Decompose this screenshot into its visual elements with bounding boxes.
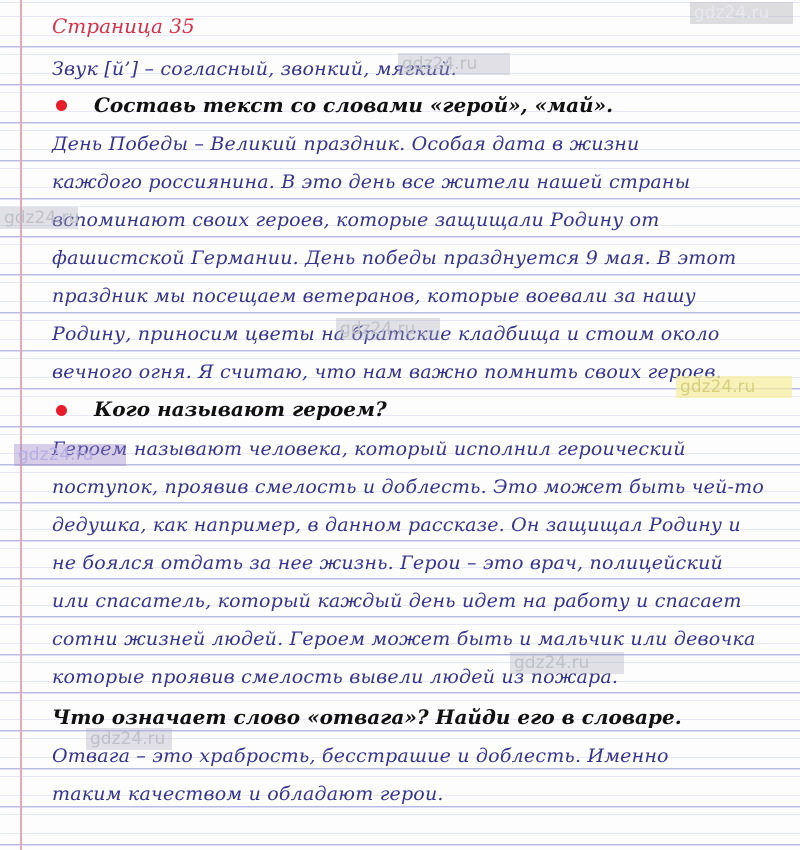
watermark: gdz24.ru <box>0 207 79 229</box>
task-1-heading: Составь текст со словами «герой», «май». <box>94 93 614 117</box>
bullet-icon <box>56 405 67 416</box>
watermark: gdz24.ru <box>676 376 792 398</box>
answer-line: каждого россиянина. В это день все жител… <box>52 171 691 193</box>
answer-line: фашистской Германии. День победы праздну… <box>52 247 737 269</box>
watermark: gdz24.ru <box>398 53 510 75</box>
watermark: gdz24.ru <box>336 318 440 340</box>
page-title: Страница 35 <box>52 14 195 38</box>
task-3-heading: Что означает слово «отвага»? Найди его в… <box>52 705 682 729</box>
answer-line: День Победы – Великий праздник. Особая д… <box>52 133 640 155</box>
bullet-icon <box>56 100 67 111</box>
answer-line: вспоминают своих героев, которые защищал… <box>52 209 660 231</box>
task-2-heading: Кого называют героем? <box>94 397 387 421</box>
watermark: gdz24.ru <box>14 444 126 466</box>
answer-line: праздник мы посещаем ветеранов, которые … <box>52 285 696 307</box>
answer-line: вечного огня. Я считаю, что нам важно по… <box>52 361 722 383</box>
answer-line: не боялся отдать за нее жизнь. Герои – э… <box>52 552 723 574</box>
answer-line: или спасатель, который каждый день идет … <box>52 590 742 612</box>
answer-line: сотни жизней людей. Героем может быть и … <box>52 628 756 650</box>
answer-line: поступок, проявив смелость и доблесть. Э… <box>52 476 765 498</box>
watermark: gdz24.ru <box>690 2 793 24</box>
watermark: gdz24.ru <box>510 652 624 674</box>
answer-line: таким качеством и обладают герои. <box>52 783 444 805</box>
watermark: gdz24.ru <box>86 728 172 750</box>
answer-line: Героем называют человека, который исполн… <box>52 438 686 460</box>
answer-line: дедушка, как например, в данном рассказе… <box>52 514 741 536</box>
sound-description: Звук [й’] – согласный, звонкий, мягкий. <box>52 58 457 80</box>
notebook-margin-line <box>20 0 22 850</box>
